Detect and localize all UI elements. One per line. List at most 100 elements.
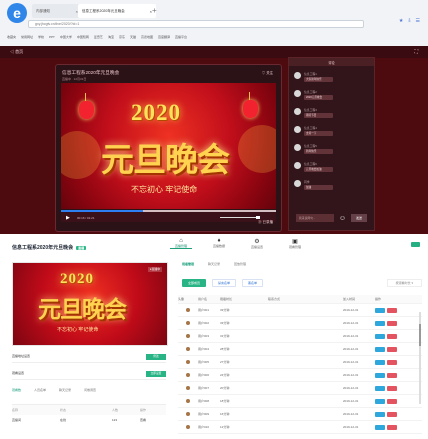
star-icon[interactable]: ★ [399, 18, 403, 24]
paper-cut-decoration [238, 125, 276, 173]
tab-roster[interactable]: 人员名单 [34, 388, 46, 392]
edit-button[interactable] [375, 424, 385, 430]
follow-button[interactable]: ♡ 关注 [262, 70, 273, 75]
delete-button[interactable] [387, 398, 397, 404]
nav-live-settings[interactable]: ⚙ 直播设置 [246, 238, 268, 249]
video-year: 2020 [131, 100, 181, 125]
edit-button[interactable] [375, 411, 385, 417]
avatar [294, 180, 301, 187]
delete-button[interactable] [387, 359, 397, 365]
chat-input[interactable]: 我来说两句... [296, 214, 334, 222]
browser-tab[interactable]: 内部通知 × [32, 4, 82, 18]
emoji-icon[interactable]: ☺ [339, 215, 346, 222]
bookmark-item[interactable]: 常用网址 [21, 35, 33, 39]
send-button[interactable]: 发送 [351, 214, 367, 222]
bookmark-item[interactable]: 直播平台 [175, 35, 187, 39]
browser-logo-icon: e [7, 3, 27, 23]
edit-button[interactable] [375, 307, 385, 313]
gear-icon: ⚙ [254, 239, 260, 245]
bookmark-item[interactable]: 学校 [38, 35, 44, 39]
table-scrollbar[interactable] [419, 312, 421, 404]
play-icon[interactable]: ▶ [66, 215, 70, 221]
edit-button[interactable] [375, 359, 385, 365]
nav-live-management[interactable]: ⌂ 直播管理 [170, 238, 192, 249]
setting-row: 观看设置 立即设置 [12, 371, 166, 380]
bookmark-item[interactable]: 淘宝 [108, 35, 114, 39]
edit-button[interactable] [375, 372, 385, 378]
tab-views[interactable]: 观看数 [12, 388, 21, 392]
edit-button[interactable] [375, 320, 385, 326]
edit-button[interactable] [375, 398, 385, 404]
chat-message-list: 信息工程1 大家新年快乐 信息工程2 2020元旦晚会 信息工程3 期待节目 信息工程… [294, 71, 369, 197]
row-actions [375, 333, 414, 339]
chat-panel: 评论 信息工程1 大家新年快乐 信息工程2 2020元旦晚会 信息工程3 期待节目 信… [288, 57, 375, 231]
tab-chat-history[interactable]: 聊天记录 [208, 262, 220, 266]
avatar [186, 334, 190, 338]
video-frame[interactable]: 2020 元旦晚会 不忘初心 牢记使命 [61, 83, 276, 209]
bookmark-item[interactable]: 中国知网 [77, 35, 89, 39]
delete-button[interactable] [387, 372, 397, 378]
stream-settings: 直播地址设置 修改 观看设置 立即设置 观看数 人员名单 聊天记录 问卷调查 名称 状态 人数… [12, 354, 166, 429]
video-progress-bar[interactable] [61, 210, 276, 212]
view-button[interactable]: 查看 [140, 418, 166, 422]
nav-live-data[interactable]: ♦ 直播数据 [208, 238, 230, 249]
fullscreen-icon[interactable]: ⛶ [414, 49, 418, 55]
chat-message: 信息工程2 2020元旦晚会 [294, 89, 369, 107]
avatar [186, 386, 190, 390]
avatar [294, 126, 301, 133]
download-icon[interactable]: ⇩ [407, 18, 411, 24]
delete-button[interactable] [387, 385, 397, 391]
filter-blacklist-button[interactable]: 黑名单 [242, 278, 264, 287]
back-button[interactable]: ◁ 首页 [10, 49, 23, 55]
lantern-icon [243, 92, 258, 118]
avatar [186, 412, 190, 416]
browser-tab-active[interactable]: 信息工程系2020年元旦晚会 × [78, 4, 156, 18]
avatar [186, 373, 190, 377]
bookmark-item[interactable]: 收藏夹 [7, 35, 16, 39]
screen-icon: ▣ [292, 239, 298, 245]
video-player-card: 信息工程系2020年元旦晚会 直播中 · 12月31日 ♡ 关注 2020 元旦… [55, 64, 282, 232]
filter-all-button[interactable]: 全部成员 [182, 278, 207, 287]
menu-icon[interactable]: ☰ [416, 18, 420, 24]
delete-button[interactable] [387, 346, 397, 352]
bookmark-item[interactable]: 高德地图 [141, 35, 153, 39]
tab-viewer-management[interactable]: 观看管理 [182, 262, 194, 266]
sort-select[interactable]: 按观看时长 ▾ [386, 278, 422, 287]
admin-title: 信息工程系2020年元旦晚会 直播 [12, 245, 87, 251]
bookmark-item[interactable]: 百度翻译 [158, 35, 170, 39]
edit-button[interactable] [375, 333, 385, 339]
bookmark-item[interactable]: PPT [49, 35, 55, 39]
edit-button[interactable] [375, 346, 385, 352]
edit-button[interactable]: 修改 [146, 354, 166, 360]
new-tab-icon[interactable]: + [152, 6, 157, 15]
tab-replay-management[interactable]: 回放管理 [234, 262, 246, 266]
bookmark-item[interactable]: 天猫 [130, 35, 136, 39]
bookmark-item[interactable]: 爱奇艺 [94, 35, 103, 39]
bookmark-item[interactable]: 京东 [119, 35, 125, 39]
nav-viewer-management[interactable]: ▣ 观看管理 [284, 238, 306, 249]
delete-button[interactable] [387, 411, 397, 417]
row-actions [375, 359, 414, 365]
delete-button[interactable] [387, 424, 397, 430]
delete-button[interactable] [387, 307, 397, 313]
edit-button[interactable] [375, 385, 385, 391]
filter-muted-button[interactable]: 禁言名单 [212, 278, 237, 287]
bookmark-item[interactable]: 中国大学 [60, 35, 72, 39]
row-actions [375, 307, 414, 313]
top-action-button[interactable] [411, 242, 420, 247]
setup-button[interactable]: 立即设置 [146, 371, 166, 377]
avatar [186, 425, 190, 429]
table-row: 用户001 33分钟 2019-12-31 [178, 304, 422, 317]
tab-chat-records[interactable]: 聊天记录 [59, 388, 71, 392]
table-row: 直播间 在线 123 查看 [12, 415, 166, 425]
tab-survey[interactable]: 问卷调查 [84, 388, 96, 392]
volume-slider[interactable] [220, 216, 260, 219]
stream-preview[interactable]: ●直播中 2020 元旦晚会 不忘初心 牢记使命 [12, 262, 168, 346]
top-navigation: ⌂ 直播管理 ♦ 直播数据 ⚙ 直播设置 ▣ 观看管理 [170, 238, 306, 249]
row-actions [375, 385, 414, 391]
address-bar[interactable]: gxy.jhcgtv.cn/live/2020/?id=1 [28, 20, 364, 28]
browser-window: e 内部通知 × 信息工程系2020年元旦晚会 × + gxy.jhcgtv.cn/… [0, 0, 428, 47]
delete-button[interactable] [387, 320, 397, 326]
avatar [294, 144, 301, 151]
delete-button[interactable] [387, 333, 397, 339]
